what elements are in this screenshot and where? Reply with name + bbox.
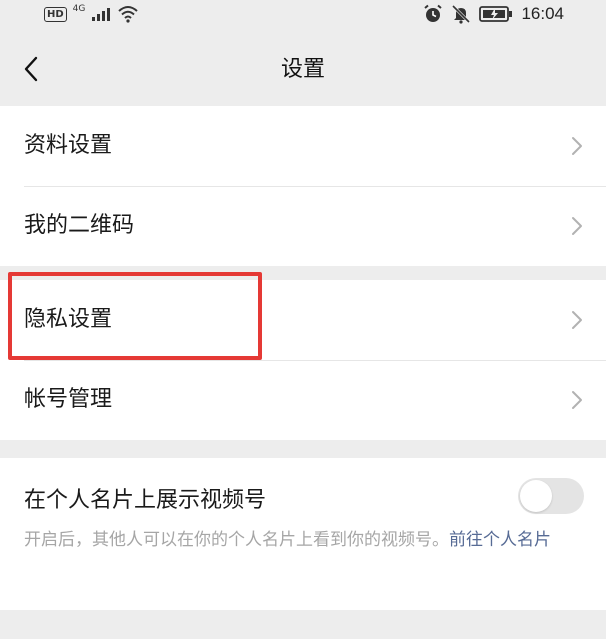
wifi-icon [118, 6, 139, 23]
hd-badge: HD [44, 6, 67, 22]
chevron-right-icon [572, 391, 582, 409]
page-title: 设置 [280, 57, 325, 82]
status-bar: HD 4G 16:04 [0, 0, 606, 34]
alarm-icon [424, 4, 443, 22]
chevron-right-icon [572, 311, 582, 329]
chevron-left-icon [24, 56, 38, 82]
back-button[interactable] [16, 54, 46, 84]
highlight-annotation [8, 272, 262, 360]
network-type: 4G [72, 4, 86, 14]
signal-icon [92, 8, 111, 21]
toggle-knob [520, 480, 552, 512]
settings-item-profile[interactable]: 资料设置 [0, 106, 606, 186]
toggle-description-text: 开启后，其他人可以在你的个人名片上看到你的视频号。 [24, 530, 449, 550]
mute-bell-icon [452, 4, 471, 24]
channels-card-toggle-section: 在个人名片上展示视频号 开启后，其他人可以在你的个人名片上看到你的视频号。前往个… [0, 458, 606, 610]
chevron-right-icon [572, 137, 582, 155]
settings-group-profile: 资料设置 我的二维码 [0, 106, 606, 266]
settings-item-qrcode[interactable]: 我的二维码 [0, 186, 606, 266]
settings-item-account[interactable]: 帐号管理 [0, 360, 606, 440]
settings-item-label: 我的二维码 [24, 213, 135, 238]
settings-item-label: 帐号管理 [24, 387, 113, 412]
toggle-description: 开启后，其他人可以在你的个人名片上看到你的视频号。前往个人名片 [24, 526, 584, 555]
go-to-profile-card-link[interactable]: 前往个人名片 [449, 530, 551, 550]
status-bar-left: HD 4G [44, 4, 139, 23]
nav-bar: 设置 [0, 34, 606, 106]
settings-item-label: 资料设置 [24, 133, 113, 158]
battery-icon [479, 6, 513, 22]
status-bar-right: 16:04 [423, 4, 564, 24]
chevron-right-icon [572, 217, 582, 235]
toggle-label: 在个人名片上展示视频号 [24, 488, 267, 513]
channels-toggle-switch[interactable] [518, 478, 584, 514]
status-time: 16:04 [521, 4, 564, 23]
